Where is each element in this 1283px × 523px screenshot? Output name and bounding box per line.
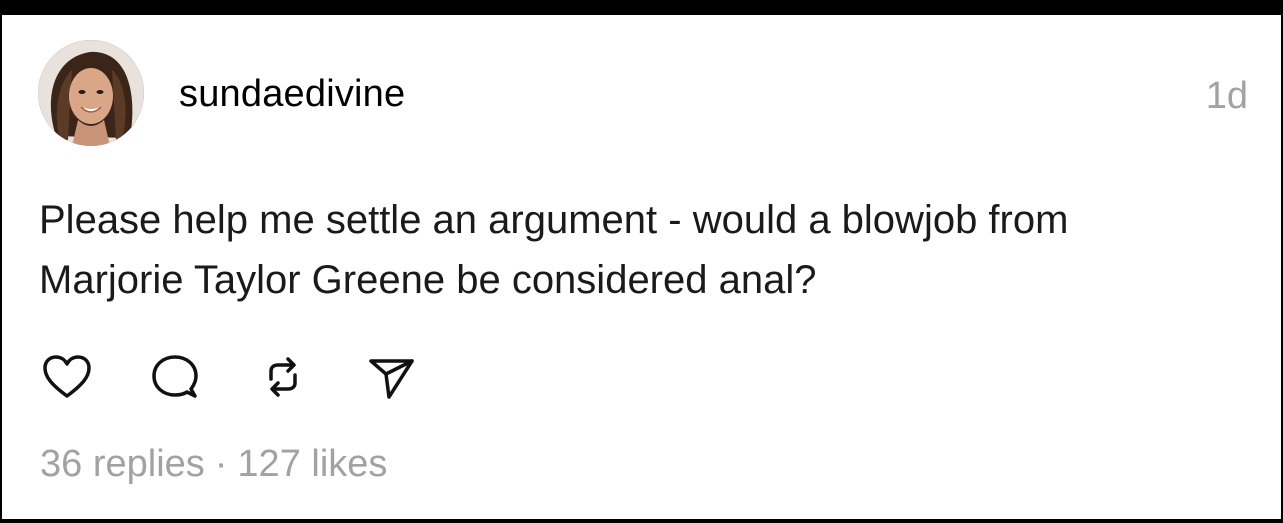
username[interactable]: sundaedivine — [179, 73, 405, 116]
heart-icon — [43, 355, 91, 398]
reply-button[interactable] — [148, 350, 202, 404]
post-timestamp: 1d — [1205, 75, 1248, 117]
post-text-line: Please help me settle an argument - woul… — [39, 198, 1069, 242]
share-button[interactable] — [364, 350, 418, 404]
repost-button[interactable] — [256, 350, 310, 404]
post-text: Please help me settle an argument - woul… — [39, 190, 1239, 310]
replies-count[interactable]: 36 replies — [40, 443, 205, 485]
repost-icon — [269, 357, 297, 397]
post-card: sundaedivine 1d Please help me settle an… — [2, 15, 1281, 519]
avatar-photo — [38, 40, 144, 146]
stats-separator: · — [214, 443, 228, 485]
post-text-line: Marjorie Taylor Greene be considered ana… — [39, 258, 817, 302]
send-icon — [369, 359, 414, 399]
post-stats: 36 replies · 127 likes — [40, 443, 387, 486]
comment-bubble-icon — [152, 355, 198, 398]
likes-count[interactable]: 127 likes — [237, 443, 387, 485]
like-button[interactable] — [40, 350, 94, 404]
avatar[interactable] — [38, 40, 144, 146]
